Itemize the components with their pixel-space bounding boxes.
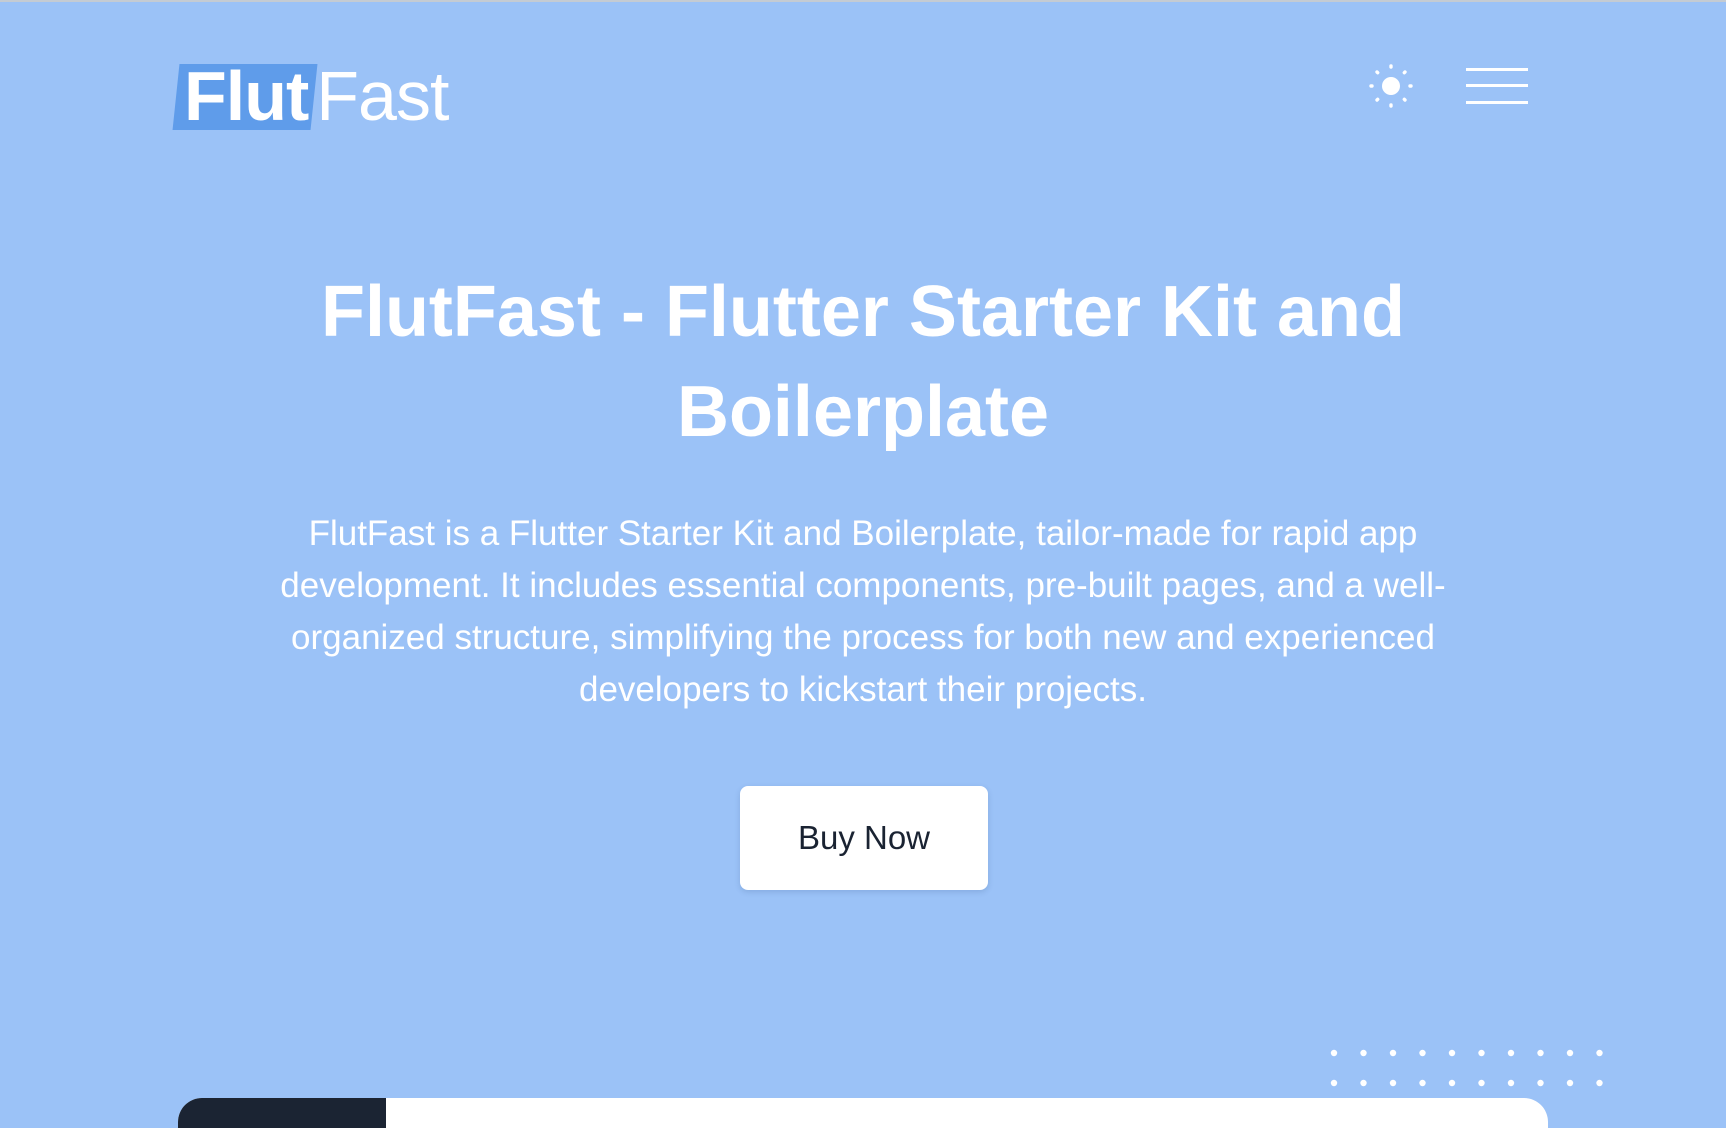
preview-card-sidebar (178, 1098, 386, 1128)
decorative-dot (1537, 1079, 1544, 1087)
decorative-dot (1360, 1049, 1367, 1057)
decorative-dot (1389, 1049, 1397, 1057)
hamburger-menu-icon-bar (1466, 84, 1528, 87)
decorative-dot (1330, 1049, 1338, 1057)
decorative-dot (1419, 1049, 1426, 1057)
decorative-dot (1419, 1079, 1426, 1087)
decorative-dot (1596, 1079, 1603, 1087)
hero-description: FlutFast is a Flutter Starter Kit and Bo… (280, 514, 1446, 709)
decorative-dot (1448, 1049, 1456, 1057)
theme-toggle-button[interactable] (1368, 63, 1414, 109)
sun-icon (1369, 64, 1413, 108)
logo-text-flut: Flut (176, 58, 314, 134)
decorative-dot (1507, 1079, 1515, 1087)
logo-text-fast: Fast (316, 57, 449, 135)
hamburger-menu-icon-bar (1466, 68, 1528, 71)
hero-title: FlutFast - Flutter Starter Kit and Boile… (320, 272, 1406, 452)
decorative-dot (1448, 1079, 1456, 1087)
hamburger-menu-button[interactable] (1466, 66, 1528, 106)
decorative-dot (1330, 1079, 1338, 1087)
decorative-dot (1507, 1049, 1515, 1057)
decorative-dot (1566, 1079, 1574, 1087)
decorative-dot (1389, 1079, 1397, 1087)
decorative-dot (1596, 1049, 1603, 1057)
decorative-dot-grid (1330, 1049, 1603, 1087)
decorative-dot (1478, 1079, 1485, 1087)
buy-now-button[interactable]: Buy Now (740, 786, 988, 890)
logo[interactable]: Flut Fast (176, 57, 449, 135)
decorative-dot (1566, 1049, 1574, 1057)
preview-card (178, 1098, 1548, 1128)
hamburger-menu-icon-bar (1466, 101, 1528, 104)
decorative-dot (1537, 1049, 1544, 1057)
top-edge (0, 0, 1726, 2)
decorative-dot (1360, 1079, 1367, 1087)
decorative-dot (1478, 1049, 1485, 1057)
